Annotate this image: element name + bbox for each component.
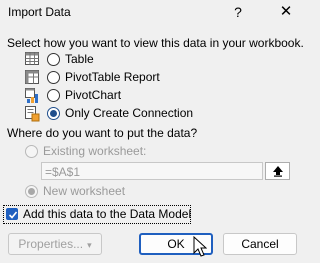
option-pivotchart-label: PivotChart xyxy=(65,88,122,102)
import-data-dialog: Import Data ? ✕ Select how you want to v… xyxy=(0,0,304,263)
existing-worksheet-label: Existing worksheet: xyxy=(43,144,147,158)
cancel-button[interactable]: Cancel xyxy=(223,233,297,255)
dialog-title: Import Data xyxy=(8,5,71,19)
view-section-heading: Select how you want to view this data in… xyxy=(7,36,304,50)
close-button[interactable]: ✕ xyxy=(276,2,296,22)
new-worksheet-label: New worksheet xyxy=(43,184,126,198)
radio-existing-worksheet[interactable] xyxy=(25,145,38,158)
cell-reference-input[interactable]: =$A$1 xyxy=(41,162,263,180)
dropdown-caret-icon: ▾ xyxy=(87,240,92,250)
table-icon xyxy=(25,52,41,68)
radio-table[interactable] xyxy=(47,53,60,66)
connection-icon xyxy=(25,106,41,122)
pivottable-icon xyxy=(25,70,41,86)
collapse-arrow-icon xyxy=(273,166,283,177)
title-bar: Import Data ? ✕ xyxy=(0,0,302,26)
put-section-heading: Where do you want to put the data? xyxy=(7,126,198,140)
data-model-label: Add this data to the Data Model xyxy=(23,207,192,221)
properties-button[interactable]: Properties... ▾ xyxy=(8,233,102,255)
data-model-checkbox-row[interactable]: Add this data to the Data Model xyxy=(3,205,192,224)
radio-pivotchart[interactable] xyxy=(47,89,60,102)
radio-connection[interactable] xyxy=(47,107,60,120)
data-model-checkbox[interactable] xyxy=(6,208,18,220)
option-pivottable-label: PivotTable Report xyxy=(65,70,160,84)
mouse-pointer-icon xyxy=(193,236,207,257)
properties-label: Properties... xyxy=(18,237,84,251)
radio-pivottable[interactable] xyxy=(47,71,60,84)
option-connection-label: Only Create Connection xyxy=(65,106,194,120)
help-button[interactable]: ? xyxy=(228,2,248,22)
pivotchart-icon xyxy=(25,88,41,104)
option-table-label: Table xyxy=(65,52,94,66)
collapse-dialog-button[interactable] xyxy=(265,162,290,180)
radio-new-worksheet[interactable] xyxy=(25,185,38,198)
checkmark-icon xyxy=(8,211,18,219)
